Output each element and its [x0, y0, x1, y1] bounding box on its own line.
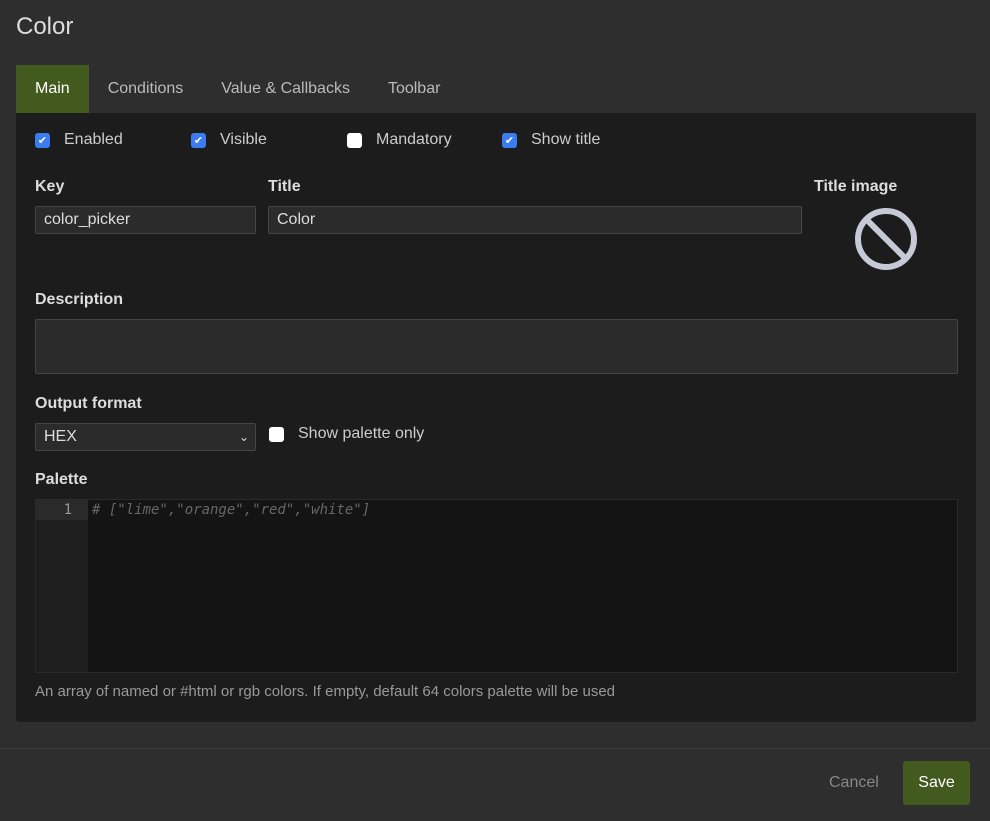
palette-code-editor[interactable]: 1 # ["lime","orange","red","white"]	[35, 499, 958, 673]
description-label: Description	[35, 291, 124, 308]
enabled-checkbox[interactable]: ✔ Enabled	[35, 131, 123, 149]
no-image-icon[interactable]	[853, 206, 919, 272]
title-image-label: Title image	[814, 178, 898, 195]
key-input[interactable]: color_picker	[35, 206, 256, 234]
output-format-select[interactable]: HEX ⌄	[35, 423, 256, 451]
tab-toolbar[interactable]: Toolbar	[369, 65, 459, 113]
title-input[interactable]: Color	[268, 206, 802, 234]
visible-checkbox[interactable]: ✔ Visible	[191, 131, 267, 149]
footer-divider	[0, 748, 990, 749]
line-number: 1	[36, 500, 88, 520]
tab-conditions[interactable]: Conditions	[89, 65, 203, 113]
key-label: Key	[35, 178, 65, 195]
tab-value-callbacks[interactable]: Value & Callbacks	[202, 65, 369, 113]
dialog-title: Color	[16, 13, 74, 40]
chevron-down-icon: ⌄	[238, 430, 249, 444]
line-gutter	[36, 500, 88, 672]
tab-bar: Main Conditions Value & Callbacks Toolba…	[16, 65, 459, 113]
visible-label: Visible	[220, 131, 267, 148]
output-format-label: Output format	[35, 395, 142, 412]
checkbox-box	[269, 426, 284, 442]
check-icon: ✔	[35, 132, 50, 148]
tab-main[interactable]: Main	[16, 65, 89, 113]
palette-help-text: An array of named or #html or rgb colors…	[35, 683, 616, 700]
show-title-checkbox[interactable]: ✔ Show title	[502, 131, 600, 149]
title-label: Title	[268, 178, 301, 195]
show-palette-only-checkbox[interactable]: Show palette only	[269, 425, 424, 443]
cancel-button[interactable]: Cancel	[829, 774, 879, 792]
description-textarea[interactable]	[35, 319, 958, 374]
show-title-label: Show title	[531, 131, 601, 148]
output-format-value: HEX	[44, 428, 77, 445]
check-icon: ✔	[191, 132, 206, 148]
enabled-label: Enabled	[64, 131, 123, 148]
save-button[interactable]: Save	[903, 761, 970, 805]
checkbox-box	[347, 132, 362, 148]
mandatory-label: Mandatory	[376, 131, 452, 148]
main-panel: ✔ Enabled ✔ Visible Mandatory ✔ Show title …	[16, 113, 976, 722]
check-icon: ✔	[502, 132, 517, 148]
palette-label: Palette	[35, 471, 88, 488]
palette-placeholder: # ["lime","orange","red","white"]	[92, 502, 371, 518]
show-palette-only-label: Show palette only	[298, 425, 425, 442]
mandatory-checkbox[interactable]: Mandatory	[347, 131, 452, 149]
